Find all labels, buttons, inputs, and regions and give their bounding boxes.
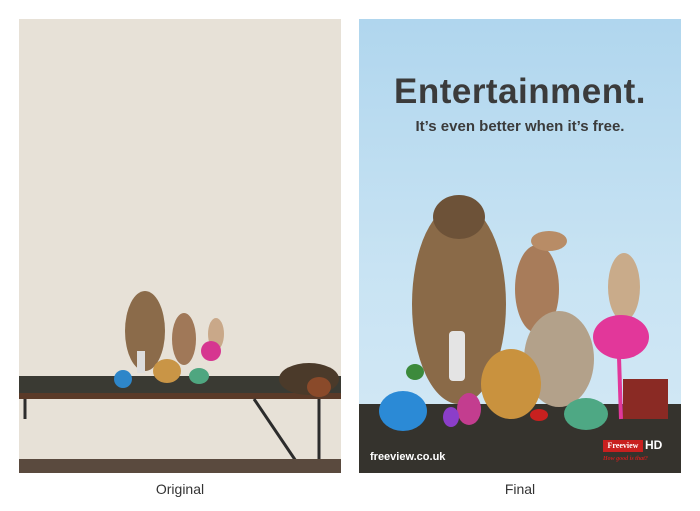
final-caption: Final	[504, 481, 536, 497]
teapot	[307, 377, 331, 397]
kangaroo-figure	[172, 313, 196, 365]
troll-toy	[443, 407, 459, 427]
groundhog-head	[433, 195, 485, 239]
green-dragon-toy	[189, 368, 209, 384]
red-shoe-toy	[530, 409, 548, 421]
book-stack	[623, 379, 668, 419]
chihuahua-toy	[153, 359, 181, 383]
floor	[19, 459, 341, 473]
poster-url: freeview.co.uk	[370, 451, 446, 463]
poster-tagline: How good is that?	[603, 456, 648, 462]
pink-fluffy-toy	[593, 315, 649, 359]
final-poster: Entertainment. It’s even better when it’…	[359, 19, 681, 473]
logo-hd: HD	[645, 438, 663, 452]
kangaroo-head	[531, 231, 567, 251]
boy-figurine	[608, 253, 640, 321]
original-caption: Original	[155, 481, 205, 497]
blue-fluffy-toy	[379, 391, 427, 431]
troll-toy	[457, 393, 481, 425]
green-ball-toy	[406, 364, 424, 380]
pink-fluffy-toy	[201, 341, 221, 361]
poster-headline: Entertainment.	[393, 72, 647, 111]
robot-toy	[449, 331, 465, 381]
blue-fluffy-toy	[114, 370, 132, 388]
chihuahua-toy	[481, 349, 541, 419]
green-dragon-toy	[564, 398, 608, 430]
original-photo	[19, 19, 341, 473]
robot-toy	[137, 351, 145, 373]
poster-subline: It’s even better when it’s free.	[415, 118, 625, 135]
freeview-logo: Freeview	[603, 440, 643, 452]
original-scene	[19, 291, 341, 473]
table-edge	[19, 393, 341, 399]
pink-toy-stalk	[617, 356, 623, 420]
